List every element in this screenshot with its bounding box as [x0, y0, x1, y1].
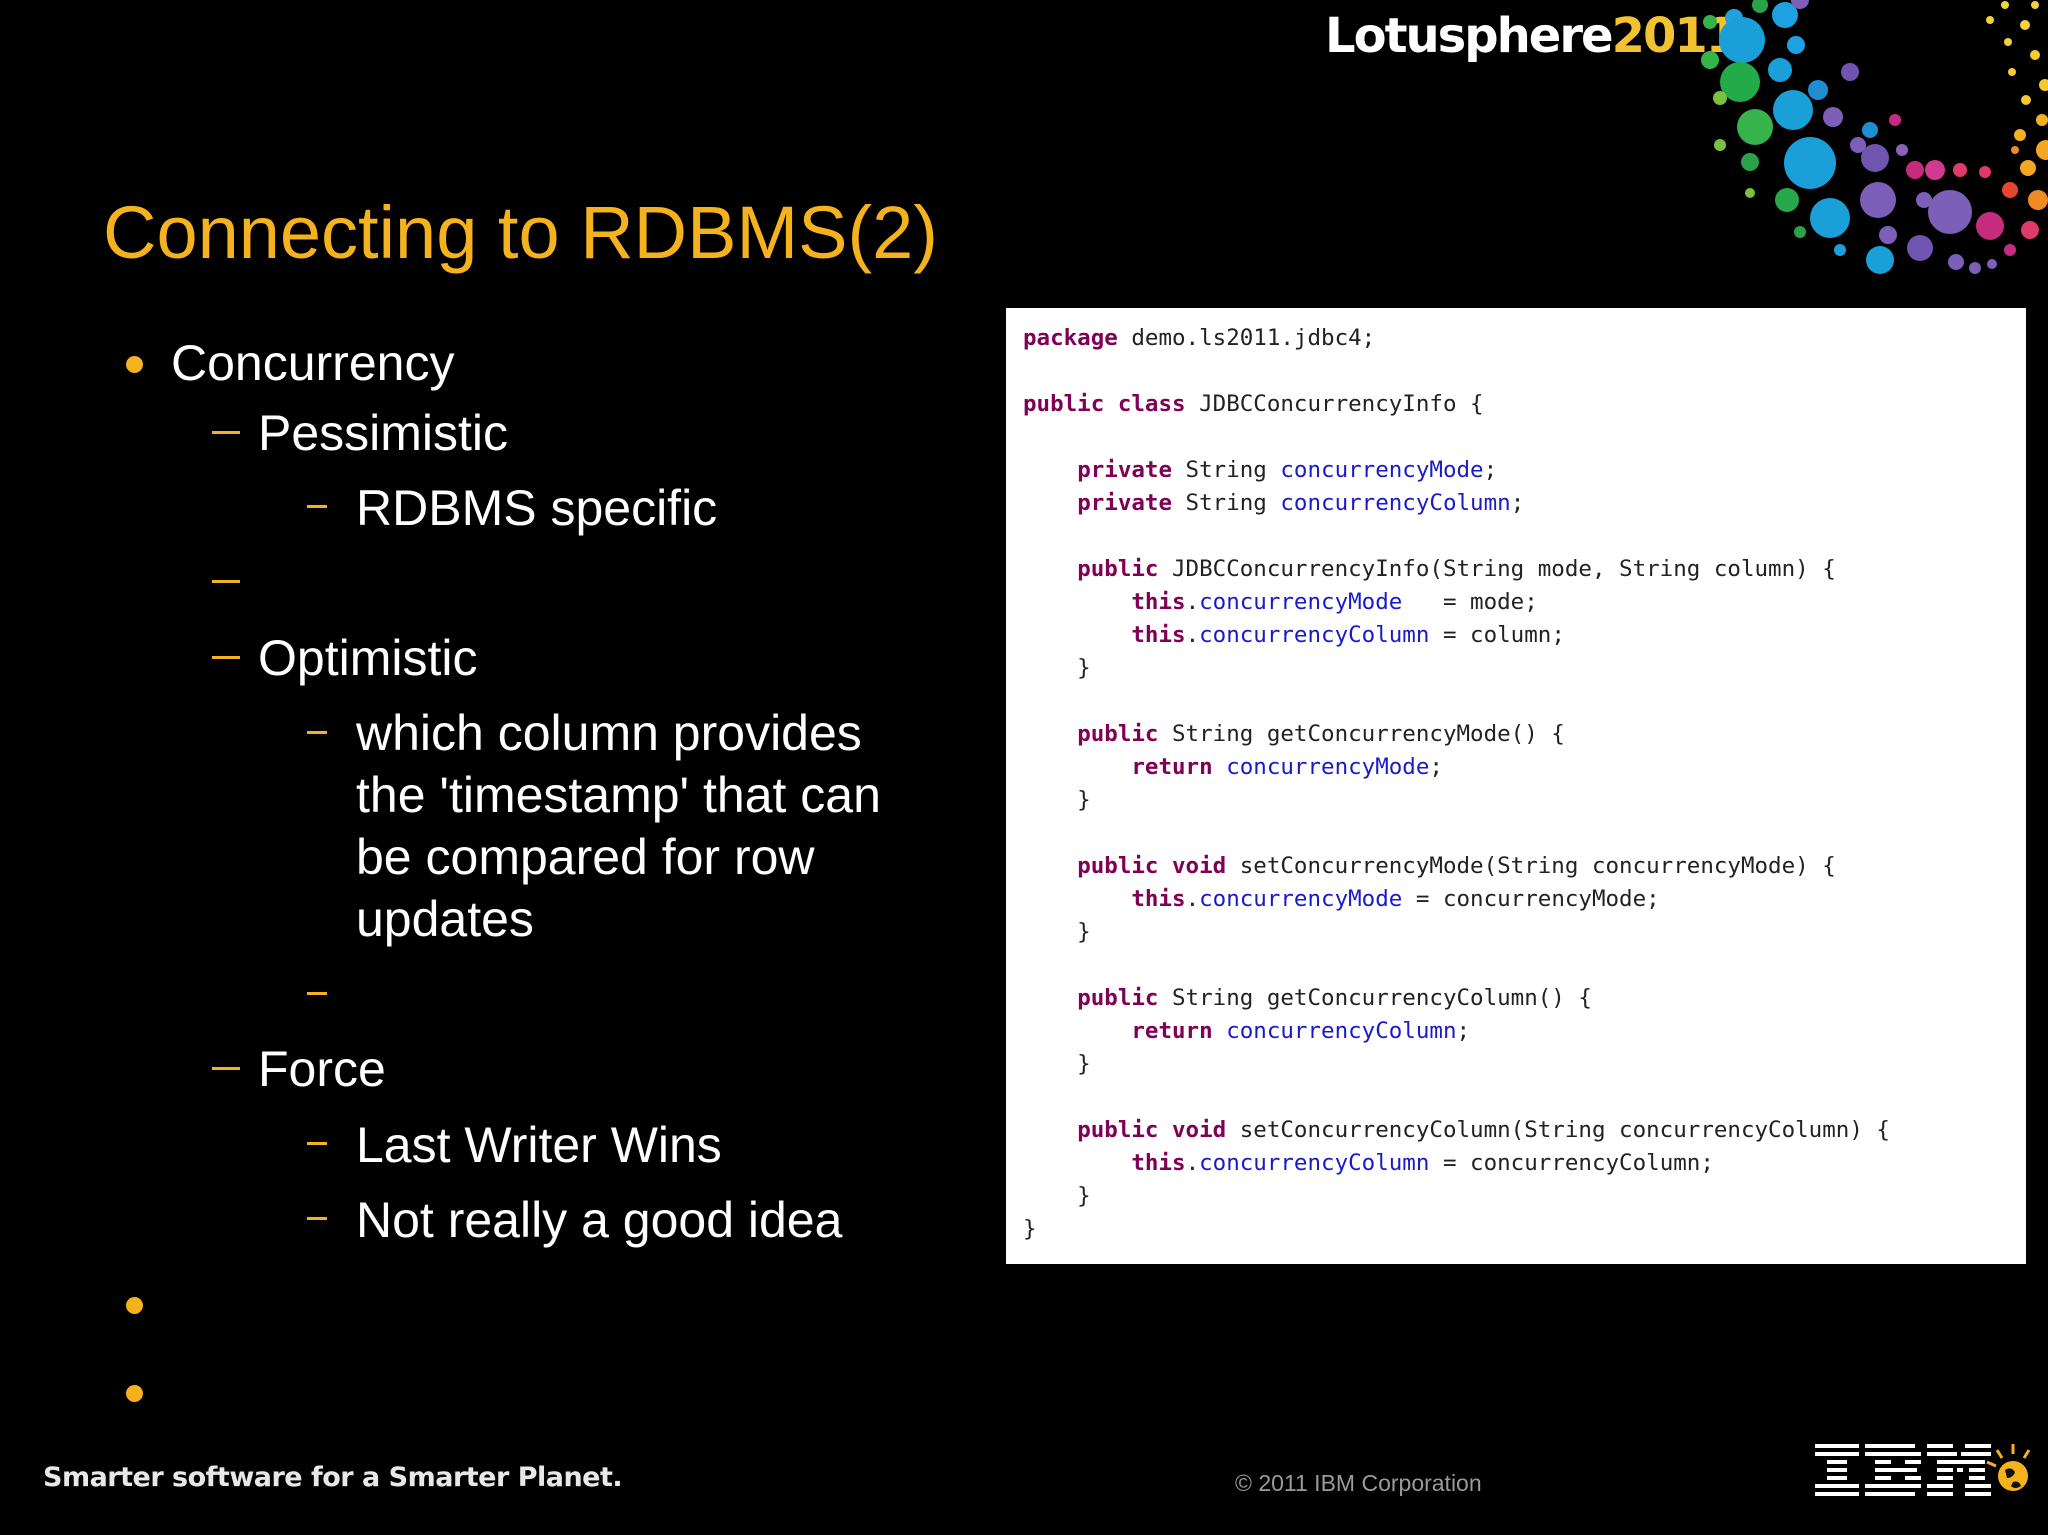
code-line: this.concurrencyMode = concurrencyMode; [1131, 886, 1660, 912]
bullet-rdbms-specific: RDBMS specific [356, 480, 718, 536]
code-line: public String getConcurrencyColumn() { [1077, 985, 1592, 1011]
bullet-last-writer-wins: Last Writer Wins [356, 1117, 722, 1173]
code-line: public String getConcurrencyMode() { [1077, 721, 1565, 747]
bullet-not-good-idea: Not really a good idea [356, 1192, 843, 1248]
bullet-force: Force [258, 1041, 386, 1097]
code-listing: package demo.ls2011.jdbc4; public class … [1023, 325, 1890, 1242]
ibm-logo [1815, 1444, 2030, 1496]
dash-marker [307, 505, 327, 508]
dash-marker-empty [212, 580, 240, 583]
code-line: this.concurrencyColumn = column; [1131, 622, 1565, 648]
code-line: public JDBCConcurrencyInfo(String mode, … [1077, 556, 1836, 582]
lotusphere-brand: Lotusphere2011 [1325, 8, 1739, 64]
bullet-marker-empty [126, 1385, 143, 1402]
dash-marker [212, 656, 240, 659]
dash-marker [307, 731, 327, 734]
code-line: this.concurrencyMode = mode; [1131, 589, 1538, 615]
bullet-marker [126, 356, 143, 373]
bullet-optimistic-detail-1: which column provides [356, 705, 862, 761]
bullet-concurrency: Concurrency [171, 335, 455, 391]
slide-title: Connecting to RDBMS(2) [103, 191, 938, 274]
bullet-pessimistic: Pessimistic [258, 405, 509, 461]
code-line: return concurrencyColumn; [1131, 1018, 1471, 1044]
bullet-marker-empty [126, 1297, 143, 1314]
bullet-optimistic-detail-4: updates [356, 891, 534, 947]
bullet-optimistic-detail-2: the 'timestamp' that can [356, 767, 881, 823]
brand-name: Lotusphere [1325, 8, 1614, 64]
dash-marker [212, 431, 240, 434]
code-line: public void setConcurrencyMode(String co… [1077, 853, 1836, 879]
code-line: private String concurrencyMode; [1077, 457, 1498, 483]
footer-tagline: Smarter software for a Smarter Planet. [43, 1462, 623, 1493]
code-line: public void setConcurrencyColumn(String … [1077, 1117, 1890, 1143]
code-line: this.concurrencyColumn = concurrencyColu… [1131, 1150, 1714, 1176]
lotusphere-dot-swirl-icon [1701, 0, 2048, 274]
bullet-optimistic-detail-3: be compared for row [356, 829, 815, 885]
bullet-optimistic: Optimistic [258, 630, 478, 686]
slide: Lotusphere2011 Connecting to RDBMS(2) Co… [0, 0, 2048, 1535]
code-line: return concurrencyMode; [1131, 754, 1443, 780]
code-keyword: package [1023, 325, 1118, 351]
code-line: public class JDBCConcurrencyInfo { [1023, 391, 1484, 417]
code-package-name: demo.ls2011.jdbc4; [1117, 325, 1376, 351]
ibm-smarter-planet-icon [1986, 1444, 2030, 1491]
code-line: private String concurrencyColumn; [1077, 490, 1525, 516]
code-screenshot: package demo.ls2011.jdbc4; public class … [1006, 308, 2026, 1264]
dash-marker [212, 1067, 240, 1070]
footer-copyright: © 2011 IBM Corporation [1235, 1470, 1482, 1496]
dash-marker-empty [307, 992, 327, 995]
dash-marker [307, 1217, 327, 1220]
dash-marker [307, 1142, 327, 1145]
